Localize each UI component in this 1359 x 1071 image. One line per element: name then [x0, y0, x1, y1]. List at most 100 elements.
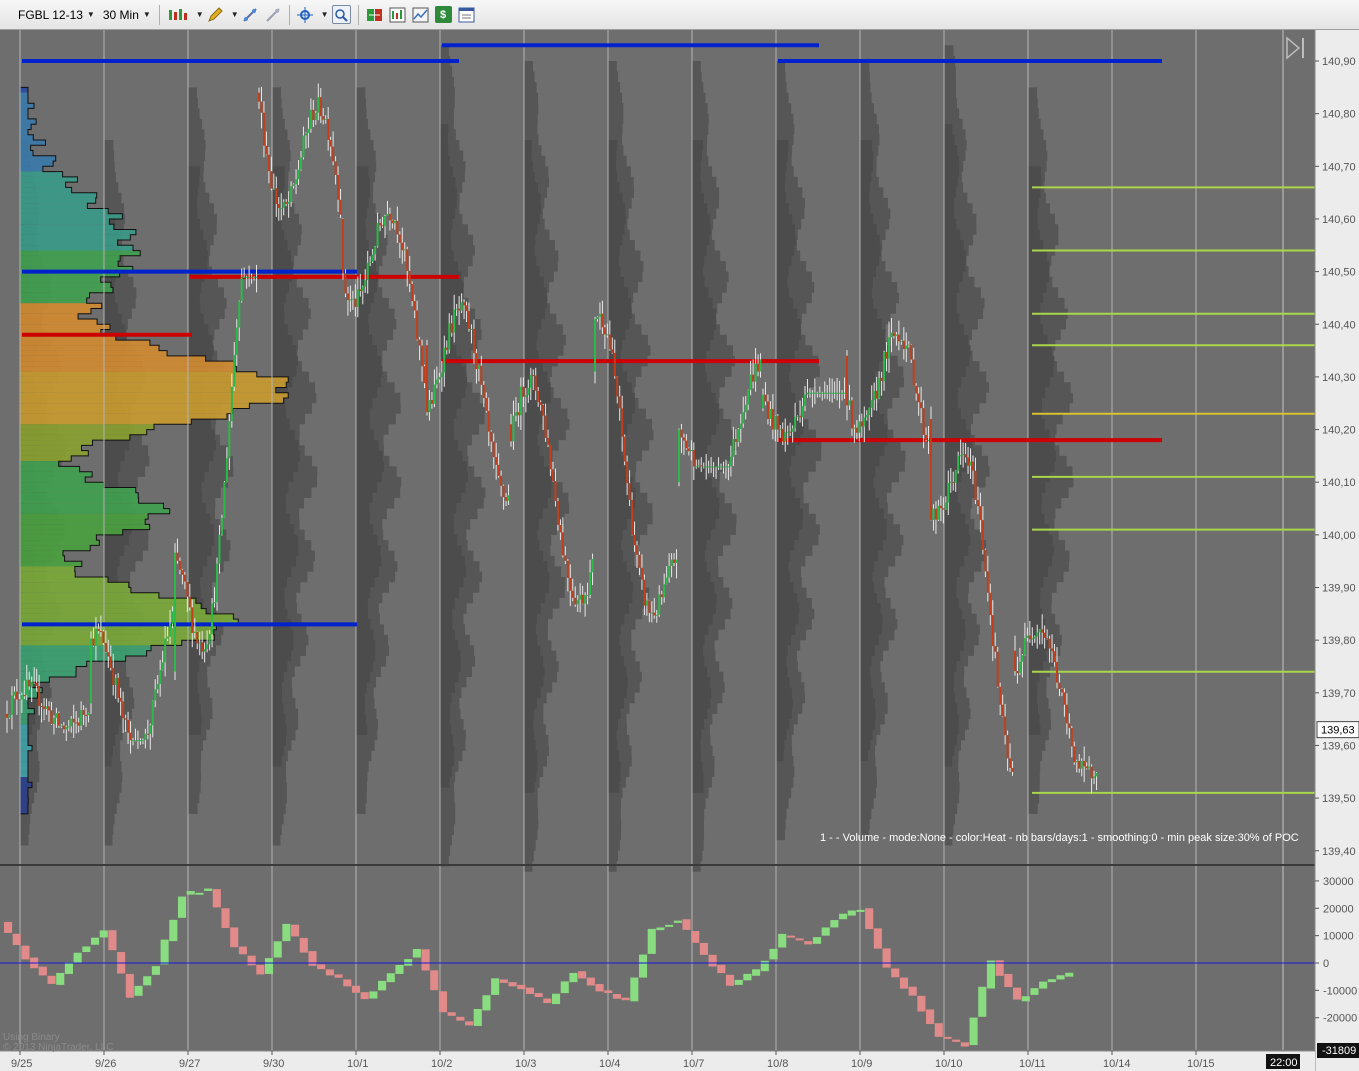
price-candle — [589, 559, 592, 599]
composite-profile-row — [20, 545, 91, 551]
price-candle — [737, 427, 740, 447]
composite-profile-row — [20, 224, 114, 230]
composite-profile-row — [20, 361, 235, 367]
composite-profile-row — [20, 782, 32, 788]
price-candle — [833, 381, 836, 399]
price-candle — [594, 316, 596, 384]
delta-bar — [1030, 988, 1039, 995]
delta-bar — [673, 920, 682, 923]
delta-bar — [630, 977, 639, 1002]
price-candle — [660, 590, 663, 605]
price-candle — [895, 331, 898, 346]
price-candle — [1085, 762, 1088, 770]
price-candle — [136, 730, 139, 749]
price-candle — [327, 106, 330, 151]
composite-profile-row — [20, 350, 168, 356]
price-candle — [739, 413, 742, 443]
composite-profile-row — [20, 245, 133, 251]
delta-bar — [960, 1042, 969, 1047]
chevron-down-icon[interactable]: ▼ — [196, 10, 204, 19]
zoom-icon[interactable] — [331, 5, 351, 24]
composite-profile-row — [20, 108, 28, 114]
chevron-down-icon[interactable]: ▼ — [231, 10, 239, 19]
composite-profile-row — [20, 566, 75, 572]
drawing-tools-icon[interactable] — [242, 6, 259, 23]
delta-bar — [299, 937, 308, 953]
composite-profile-row — [20, 761, 28, 767]
delta-bar — [1021, 996, 1030, 1002]
price-candle — [381, 216, 384, 228]
eraser-icon[interactable] — [265, 6, 282, 23]
price-candle — [144, 728, 147, 749]
price-axis-label: 140,50 — [1322, 267, 1356, 279]
data-box-icon[interactable] — [366, 6, 383, 23]
price-candle — [159, 659, 162, 697]
delta-bar — [812, 937, 822, 944]
price-candle — [566, 558, 569, 592]
crosshair-icon[interactable] — [297, 6, 314, 23]
delta-bar — [926, 1009, 935, 1025]
price-candle — [831, 378, 834, 403]
composite-profile-row — [20, 187, 72, 193]
price-axis-label: 140,90 — [1322, 56, 1356, 68]
price-candle — [260, 86, 263, 129]
chevron-down-icon[interactable]: ▼ — [321, 10, 329, 19]
strategies-icon[interactable]: $ — [434, 6, 452, 23]
price-candle — [507, 484, 510, 506]
composite-profile-row — [20, 450, 89, 456]
delta-bar — [743, 973, 752, 981]
indicator-axis-label: 10000 — [1323, 931, 1354, 943]
properties-icon[interactable] — [458, 6, 475, 23]
delta-bar — [108, 930, 117, 951]
drawing-pencil-icon[interactable] — [207, 6, 224, 23]
composite-profile-row — [20, 576, 108, 583]
price-candle — [850, 397, 853, 436]
delta-bar — [882, 948, 891, 968]
price-candle — [1058, 674, 1061, 697]
composite-profile-row — [20, 771, 28, 778]
price-candle — [752, 359, 755, 389]
composite-profile-row — [20, 571, 76, 578]
price-candle — [475, 348, 478, 384]
bar-type-icon[interactable] — [167, 6, 189, 23]
price-candle — [823, 381, 826, 399]
price-candle — [586, 582, 589, 605]
delta-bar — [343, 979, 352, 987]
delta-bar — [56, 972, 65, 985]
price-candle — [1065, 693, 1068, 735]
price-chart[interactable]: 140,90 140,80 140,70 140,60 140,50 140,40 140,… — [0, 30, 1359, 1071]
chevron-down-icon: ▼ — [142, 10, 151, 19]
delta-bar — [143, 976, 152, 986]
delta-bar — [821, 927, 830, 936]
price-axis-label: 140,10 — [1322, 477, 1356, 489]
price-candle — [72, 704, 75, 738]
delta-bar — [12, 933, 21, 946]
price-candle — [678, 428, 680, 487]
price-candle — [747, 389, 750, 411]
delta-bar — [769, 948, 778, 960]
price-candle — [571, 578, 574, 602]
composite-profile-row — [20, 634, 215, 641]
composite-profile-row — [20, 729, 28, 735]
composite-profile-row — [20, 587, 131, 593]
price-candle — [727, 463, 730, 481]
price-candle — [759, 353, 762, 378]
delta-bar — [943, 1036, 952, 1039]
indicators-icon[interactable] — [412, 6, 429, 23]
interval-selector[interactable]: 30 Min ▼ — [99, 4, 155, 26]
delta-bar — [647, 928, 656, 954]
price-candle — [309, 98, 312, 133]
price-candle — [393, 220, 396, 230]
price-candle — [680, 423, 683, 454]
price-axis-label: 139,40 — [1322, 846, 1356, 858]
instrument-selector[interactable]: FGBL 12-13 ▼ — [14, 4, 99, 26]
price-candle — [423, 364, 426, 389]
delta-bar — [325, 969, 334, 976]
scroll-to-end-icon[interactable] — [1286, 36, 1304, 60]
delta-bar — [552, 993, 561, 1005]
composite-profile-row — [20, 261, 119, 267]
delta-bar — [752, 969, 761, 976]
delta-bar — [351, 985, 361, 993]
chart-style-icon[interactable] — [389, 6, 406, 23]
price-candle — [892, 332, 895, 339]
